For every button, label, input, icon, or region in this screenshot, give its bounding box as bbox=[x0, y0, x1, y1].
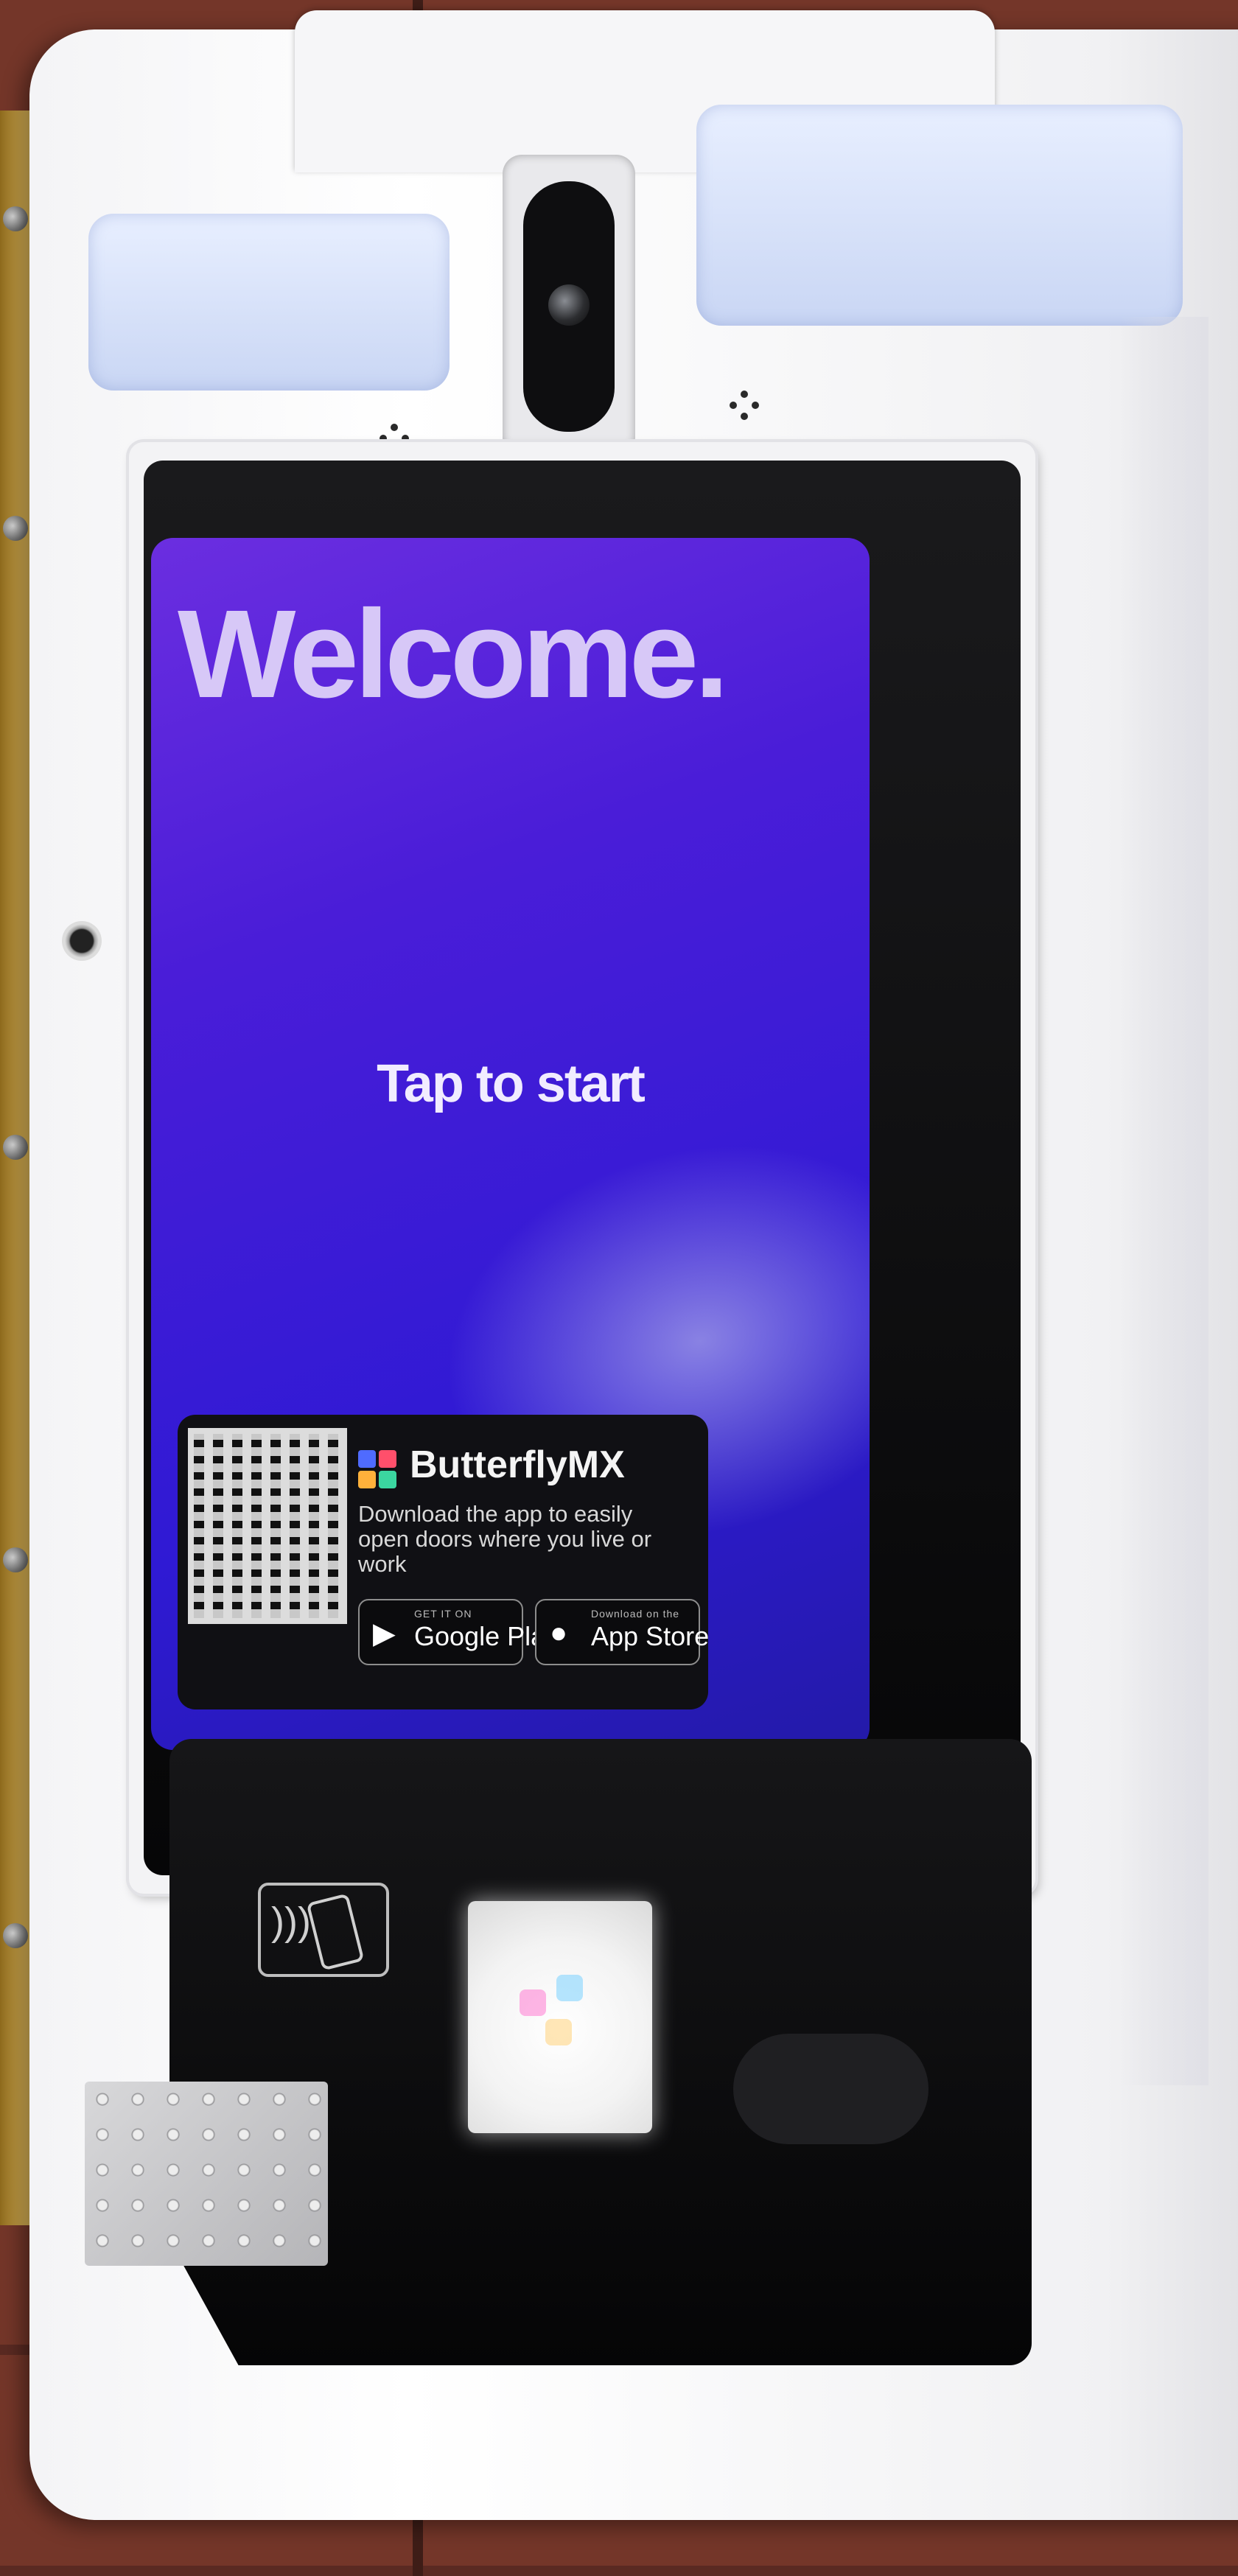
screw-icon bbox=[3, 1547, 28, 1572]
screw-icon bbox=[3, 206, 28, 231]
butterflymx-logo-icon bbox=[358, 1450, 398, 1490]
camera-lens bbox=[548, 284, 590, 326]
mounting-hole bbox=[62, 921, 102, 961]
right-light-bar bbox=[696, 105, 1183, 326]
screw-icon bbox=[3, 516, 28, 541]
speaker-holes bbox=[730, 391, 759, 420]
housing-edge-highlight bbox=[1120, 317, 1209, 2085]
apple-icon: ● bbox=[550, 1617, 568, 1649]
brand-name: ButterflyMX bbox=[410, 1443, 625, 1486]
welcome-heading: Welcome. bbox=[178, 584, 729, 724]
braille-plate bbox=[85, 2082, 328, 2266]
screw-icon bbox=[3, 1135, 28, 1160]
qr-code-icon[interactable] bbox=[188, 1428, 347, 1624]
touch-display[interactable]: Welcome. Tap to start ButterflyMX Downlo… bbox=[151, 538, 870, 1750]
camera-housing bbox=[503, 155, 635, 457]
proximity-sensor bbox=[733, 2034, 929, 2144]
qr-scanner-window[interactable] bbox=[468, 1901, 652, 2133]
nfc-tap-icon[interactable]: ))) bbox=[258, 1883, 389, 1977]
camera-icon bbox=[523, 181, 615, 432]
left-light-bar bbox=[88, 214, 450, 391]
promo-tagline: Download the app to easily open doors wh… bbox=[358, 1501, 652, 1577]
google-play-icon: ▶ bbox=[373, 1617, 396, 1650]
app-promo-card: ButterflyMX Download the app to easily o… bbox=[178, 1415, 709, 1709]
screw-icon bbox=[3, 1923, 28, 1948]
tap-to-start-button[interactable]: Tap to start bbox=[151, 1054, 870, 1114]
google-play-button[interactable]: ▶ GET IT ON Google Play bbox=[358, 1599, 559, 1665]
app-store-button[interactable]: ● Download on the App Store bbox=[535, 1599, 709, 1665]
